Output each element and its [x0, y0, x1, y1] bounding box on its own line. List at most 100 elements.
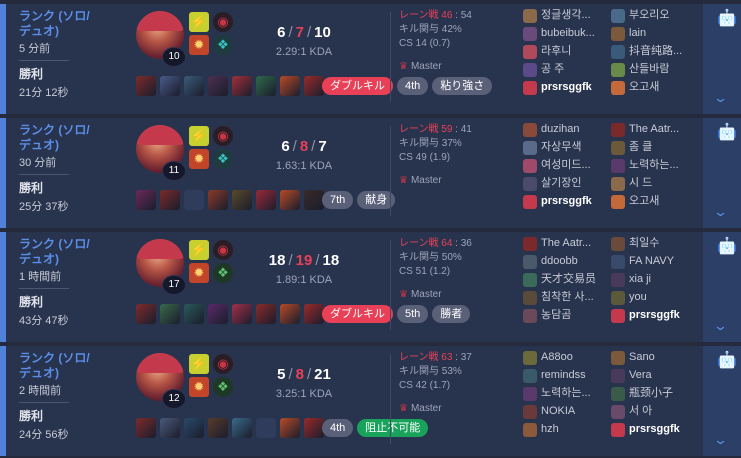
expand-chevron-icon[interactable]: ⌄	[713, 204, 728, 220]
participant[interactable]: 좀 클	[611, 139, 652, 156]
participant[interactable]: 침착한 사...	[523, 289, 594, 306]
participant[interactable]: 시 드	[611, 175, 652, 192]
lane-label: レーン戦	[399, 10, 439, 21]
participant[interactable]: xia ji	[611, 271, 651, 288]
participant-champion-icon	[523, 194, 537, 209]
participant-champion-icon	[611, 80, 625, 95]
tier-name: Master	[410, 61, 442, 72]
secondary-rune-icon: ❖	[213, 35, 233, 55]
match-card: ランク (ソロ/デュオ) 2 時間前 勝利 24分 56秒 12 ⚡ ✹ ◉ ❖ 5/8/21 3.…	[0, 346, 741, 456]
participant[interactable]: 서 아	[611, 403, 652, 420]
participant[interactable]: you	[611, 289, 647, 306]
participant[interactable]: 자상무색	[523, 139, 581, 156]
achievement-tag: 粘り強さ	[432, 77, 493, 95]
champion-hair	[136, 353, 184, 373]
participant-name: FA NAVY	[629, 255, 675, 267]
participant[interactable]: FA NAVY	[611, 253, 674, 270]
participant-name: 오고새	[629, 81, 660, 93]
participant[interactable]: 라후니	[523, 43, 571, 60]
participant-name: Vera	[629, 369, 652, 381]
participant-champion-icon	[523, 308, 537, 323]
participant-champion-icon	[611, 290, 625, 305]
participant[interactable]: prsrsggfk	[611, 307, 680, 324]
kda-separator: /	[292, 138, 297, 155]
participant[interactable]: 오고새	[611, 79, 659, 96]
expand-chevron-icon[interactable]: ⌄	[713, 432, 728, 448]
participant[interactable]: A88oo	[523, 349, 573, 366]
participant-champion-icon	[611, 272, 625, 287]
time-ago: 5 分前	[19, 43, 51, 55]
participant[interactable]: 瓶颈小子	[611, 385, 673, 402]
kill-participation: キル関与 42%	[399, 24, 462, 35]
item-icon	[136, 418, 156, 438]
participant[interactable]: prsrsggfk	[611, 421, 680, 438]
participant-champion-icon	[523, 422, 537, 437]
participant-champion-icon	[611, 368, 625, 383]
participant[interactable]: ddoobb	[523, 253, 578, 270]
participant-name: prsrsggfk	[629, 423, 680, 435]
tier-icon: ♛	[399, 61, 408, 72]
ignite-spell-icon: ✹	[189, 377, 209, 397]
participant[interactable]: The Aatr...	[611, 121, 679, 138]
match-card: ランク (ソロ/デュオ) 30 分前 勝利 25分 37秒 11 ⚡ ✹ ◉ ❖ 6/8/7 1.6…	[0, 118, 741, 228]
participant[interactable]: hzh	[523, 421, 559, 438]
participant[interactable]: 抖音纯路...	[611, 43, 682, 60]
participant[interactable]: lain	[611, 25, 646, 42]
participant[interactable]: 산들바람	[611, 61, 669, 78]
tier-icon: ♛	[399, 175, 408, 186]
item-icon	[136, 76, 156, 96]
kda-score: 5/8/21	[260, 366, 348, 383]
item-icon	[208, 190, 228, 210]
participant[interactable]: 노력하는...	[523, 385, 591, 402]
participant[interactable]: duzihan	[523, 121, 580, 138]
participant[interactable]: 오고새	[611, 193, 659, 210]
participant[interactable]: 天才交易员	[523, 271, 596, 288]
expand-chevron-icon[interactable]: ⌄	[713, 318, 728, 334]
expand-panel: 🤖 ⌄	[703, 118, 741, 228]
lane-stat: レーン戦 64 : 36	[399, 238, 472, 250]
participant[interactable]: Vera	[611, 367, 652, 384]
ai-analysis-icon[interactable]: 🤖	[717, 350, 737, 370]
participant[interactable]: The Aatr...	[523, 235, 591, 252]
participant-name: 瓶颈小子	[629, 387, 673, 399]
participant[interactable]: NOKIA	[523, 403, 575, 420]
participant-name: The Aatr...	[541, 237, 592, 249]
participant[interactable]: bubeibuk...	[523, 25, 595, 42]
ai-analysis-icon[interactable]: 🤖	[717, 8, 737, 28]
lane-label: レーン戦	[399, 124, 439, 135]
achievement-tag: 5th	[397, 305, 429, 323]
item-icon	[304, 418, 324, 438]
item-icon	[208, 304, 228, 324]
divider	[19, 402, 69, 403]
divider	[390, 354, 391, 444]
participant[interactable]: 부오리오	[611, 7, 669, 24]
participant[interactable]: 최일수	[611, 235, 659, 252]
participant[interactable]: 노력하는...	[611, 157, 679, 174]
expand-chevron-icon[interactable]: ⌄	[713, 90, 728, 106]
participant[interactable]: 살기장인	[523, 175, 581, 192]
ai-analysis-icon[interactable]: 🤖	[717, 122, 737, 142]
average-tier: ♛ Master	[399, 403, 442, 414]
kda-separator: /	[288, 252, 293, 269]
participant[interactable]: Sano	[611, 349, 655, 366]
tier-name: Master	[410, 403, 442, 414]
item-icon	[160, 418, 180, 438]
participant-champion-icon	[611, 308, 625, 323]
ai-analysis-icon[interactable]: 🤖	[717, 236, 737, 256]
item-icon	[184, 76, 204, 96]
participant[interactable]: 정글생각...	[523, 7, 591, 24]
participant-name: 정글생각...	[541, 9, 591, 21]
participant[interactable]: remindss	[523, 367, 586, 384]
participant[interactable]: prsrsggfk	[523, 79, 592, 96]
participant[interactable]: 농담곰	[523, 307, 571, 324]
participant[interactable]: prsrsggfk	[523, 193, 592, 210]
participant-champion-icon	[523, 254, 537, 269]
item-icon	[256, 76, 276, 96]
participant[interactable]: 여성미드...	[523, 157, 591, 174]
participant-name: bubeibuk...	[541, 27, 595, 39]
achievement-tag: 7th	[322, 191, 354, 209]
kda-score: 18/19/18	[260, 252, 348, 269]
participant[interactable]: 공 주	[523, 61, 564, 78]
participant-name: 노력하는...	[629, 159, 679, 171]
ignite-spell-icon: ✹	[189, 35, 209, 55]
